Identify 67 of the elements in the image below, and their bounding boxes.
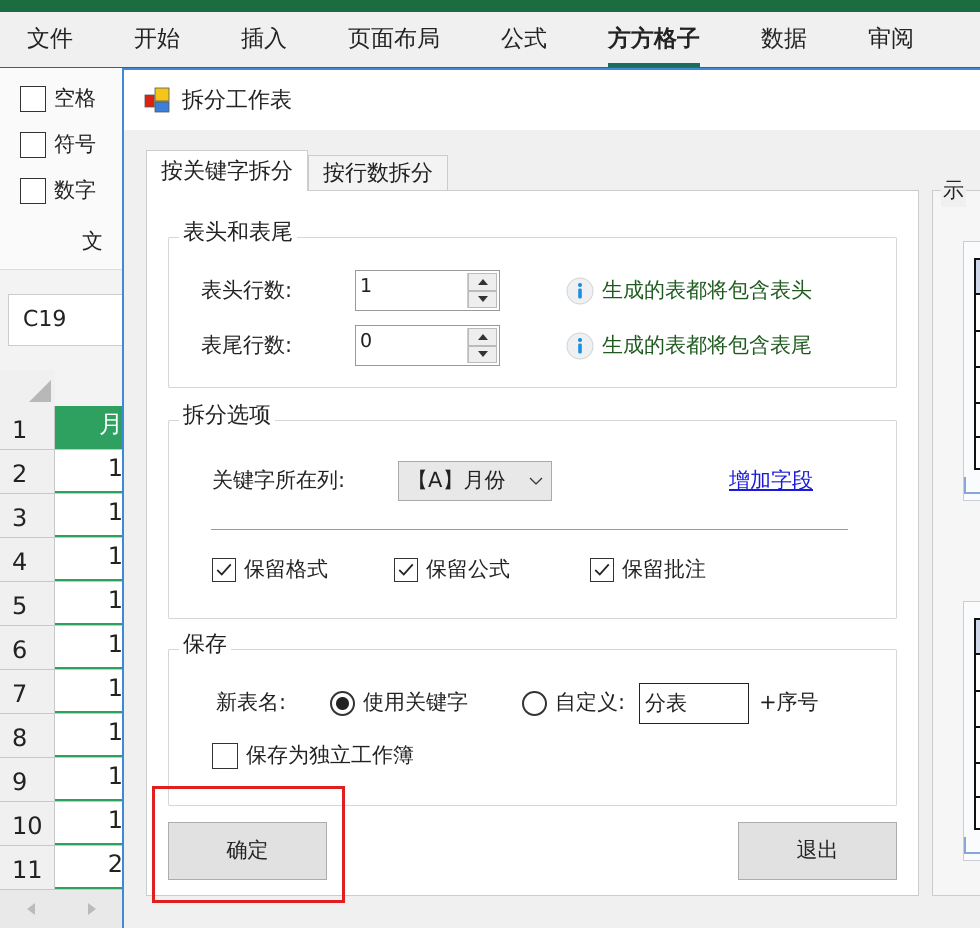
dialog-button[interactable]: 退出 [738,822,897,880]
info-icon [566,276,594,304]
info-text: 生成的表都将包含表尾 [602,332,812,359]
checkbox[interactable] [212,742,238,769]
chevron-down-icon [529,477,543,485]
table-cell: 1 [55,582,125,625]
column-dropdown[interactable]: 【A】月份 [398,461,552,501]
ribbon-tab[interactable]: 页面布局 [348,12,440,67]
radio-button[interactable] [330,690,355,716]
checkbox-label: 保留公式 [426,556,510,584]
table-cell: 2 [55,846,125,889]
suffix-label: +序号 [759,689,819,716]
table-cell: 1 [55,494,125,537]
checkbox[interactable] [20,132,46,158]
checkmark-icon [215,561,233,579]
dialog-tab[interactable]: 按行数拆分 [308,155,448,190]
checkbox[interactable] [590,558,614,582]
field-label: 关键字所在列: [212,467,346,494]
table-cell: 1 [55,758,125,801]
spin-down-icon[interactable] [468,346,497,363]
spin-up-icon[interactable] [468,328,497,346]
checkbox[interactable] [394,558,418,582]
table-cell: 1 [55,450,125,493]
table-cell: 1 [55,802,125,845]
spin-down-icon[interactable] [468,290,497,308]
checkbox[interactable] [20,178,46,204]
checkbox-label: 空格 [54,85,96,112]
checkbox-label: 符号 [54,131,96,158]
sheet-name-field[interactable]: 分表 [639,682,750,724]
field-label: 新表名: [216,689,288,716]
table-cell: 1 [55,714,125,757]
ribbon-tab[interactable]: 插入 [241,12,287,67]
checkmark-icon [397,561,415,579]
field-label: 表头行数: [201,276,294,304]
field-label: 表尾行数: [201,332,294,359]
table-cell: 1 [55,626,125,669]
group-label: 文 [82,228,103,255]
checkbox[interactable] [20,86,46,112]
table-cell: 月 [55,406,125,449]
table-cell: 1 [55,538,125,581]
ribbon-tab[interactable]: 文件 [27,12,73,67]
dialog-tab[interactable]: 按关键字拆分 [146,150,308,191]
dialog-button[interactable]: 确定 [168,822,327,880]
radio-label: 自定义: [555,689,626,716]
number-value: 0 [359,329,374,354]
number-field[interactable]: 0 [355,325,500,366]
info-icon [566,332,594,360]
info-text: 生成的表都将包含表头 [602,276,812,304]
checkbox-label: 保留格式 [244,556,328,584]
checkmark-icon [593,561,611,579]
radio-label: 使用关键字 [363,689,468,716]
checkbox-label: 保存为独立工作簿 [246,742,414,769]
ribbon-tab[interactable]: 公式 [501,12,547,67]
radio-button[interactable] [522,690,547,716]
table-cell: 1 [55,670,125,713]
number-field[interactable]: 1 [355,270,500,311]
ribbon-tab[interactable]: 开始 [134,12,180,67]
checkbox-label: 数字 [54,177,96,204]
ribbon-tab[interactable]: 数据 [761,12,807,67]
add-field-link[interactable]: 增加字段 [729,465,813,497]
ribbon-tab[interactable]: 审阅 [868,12,914,67]
dialog-title: 拆分工作表 [182,86,292,114]
app-icon [144,87,170,113]
checkbox-label: 保留批注 [622,556,706,584]
spin-up-icon[interactable] [468,273,497,290]
checkbox[interactable] [212,558,236,582]
number-value: 1 [359,274,374,299]
